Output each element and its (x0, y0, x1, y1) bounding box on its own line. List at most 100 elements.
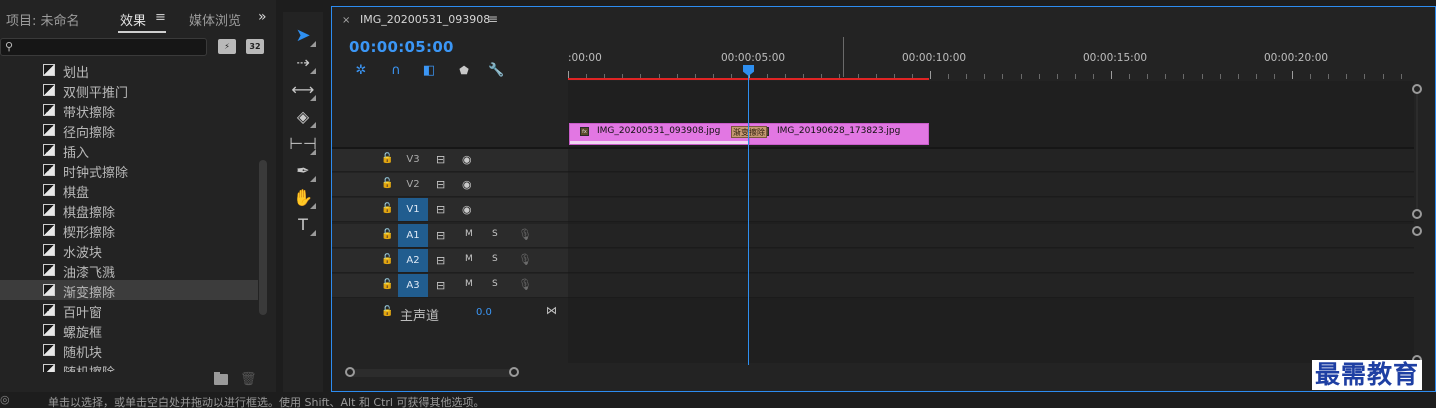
clip[interactable]: fx IMG_20200531_093908.jpg (569, 123, 749, 145)
accelerated-effects-filter-icon[interactable]: ⚡ (218, 39, 236, 54)
track-target-toggle[interactable]: A3 (398, 274, 428, 297)
transition-marker[interactable]: 渐变擦除 (731, 126, 767, 138)
scroll-knob[interactable] (1412, 209, 1422, 219)
eye-icon[interactable]: ◉ (462, 153, 472, 166)
sync-lock-icon[interactable]: ⊟ (436, 229, 445, 242)
effect-item[interactable]: 棋盘擦除 (0, 200, 258, 221)
add-marker-icon[interactable]: ⬟ (456, 63, 472, 79)
selection-tool-icon[interactable]: ➤ (289, 24, 317, 48)
razor-tool-icon[interactable]: ◈ (289, 105, 317, 129)
lock-icon[interactable]: 🔓 (381, 203, 393, 214)
effect-label: 螺旋框 (63, 326, 103, 341)
solo-button[interactable]: S (492, 279, 498, 289)
effect-item[interactable]: 径向擦除 (0, 120, 258, 141)
clip[interactable]: fx IMG_20190628_173823.jpg (749, 123, 929, 145)
effect-item[interactable]: 双侧平推门 (0, 80, 258, 101)
type-tool-icon[interactable]: T (289, 213, 317, 237)
zoom-handle-left[interactable] (345, 367, 355, 377)
track-lane-a1[interactable] (568, 224, 1414, 248)
tab-media-browser[interactable]: 媒体浏览器 (189, 10, 241, 29)
track-lane-v3[interactable] (568, 148, 1414, 172)
mic-icon[interactable]: 🎙 (518, 228, 532, 241)
sequence-tab[interactable]: IMG_20200531_093908 (360, 13, 490, 26)
effect-item[interactable]: 时钟式擦除 (0, 160, 258, 181)
effects-search-input[interactable] (19, 39, 204, 55)
effect-item[interactable]: 油漆飞溅 (0, 260, 258, 281)
eye-icon[interactable]: ◉ (462, 178, 472, 191)
track-lane-a3[interactable] (568, 274, 1414, 298)
solo-button[interactable]: S (492, 229, 498, 239)
scroll-knob[interactable] (1412, 84, 1422, 94)
playhead-timecode[interactable]: 00:00:05:00 (349, 38, 454, 56)
horizontal-zoom-scrollbar[interactable] (346, 369, 516, 377)
ruler-tick (1292, 71, 1293, 79)
sync-lock-icon[interactable]: ⊟ (436, 254, 445, 267)
effect-item[interactable]: 随机块 (0, 340, 258, 361)
sync-lock-icon[interactable]: ⊟ (436, 153, 445, 166)
solo-button[interactable]: S (492, 254, 498, 264)
effects-list-scrollbar[interactable] (259, 160, 267, 315)
lock-icon[interactable]: 🔓 (381, 279, 393, 290)
scroll-knob[interactable] (1412, 226, 1422, 236)
effect-item[interactable]: 带状擦除 (0, 100, 258, 121)
active-tab-indicator (118, 31, 166, 33)
pen-tool-icon[interactable]: ✒ (289, 159, 317, 183)
tab-project[interactable]: 项目: 未命名 (6, 10, 80, 29)
effect-item[interactable]: 随机擦除 (0, 360, 258, 372)
lock-icon[interactable]: 🔓 (381, 178, 393, 189)
effect-item[interactable]: 插入 (0, 140, 258, 161)
sync-lock-icon[interactable]: ⊟ (436, 203, 445, 216)
video-vertical-scrollbar[interactable] (1416, 91, 1418, 211)
new-bin-icon[interactable] (214, 372, 228, 385)
track-select-tool-icon[interactable]: ⇢ (289, 51, 317, 75)
effect-item[interactable]: 棋盘 (0, 180, 258, 201)
ripple-edit-tool-icon[interactable]: ⟷ (289, 78, 317, 102)
hand-tool-icon[interactable]: ✋ (289, 186, 317, 210)
effects-search-box[interactable]: ⚲ (0, 38, 207, 56)
transition-effect-icon (43, 144, 55, 156)
effect-item[interactable]: 水波块 (0, 240, 258, 261)
mic-icon[interactable]: 🎙 (518, 278, 532, 291)
lock-icon[interactable]: 🔓 (381, 229, 393, 240)
effect-item[interactable]: 划出 (0, 60, 258, 81)
sync-lock-icon[interactable]: ⊟ (436, 279, 445, 292)
snap-icon[interactable]: ∩ (388, 63, 404, 79)
trash-icon[interactable]: 🗑 (240, 372, 257, 387)
lock-icon[interactable]: 🔓 (381, 153, 393, 164)
zoom-handle-right[interactable] (509, 367, 519, 377)
wrench-icon[interactable]: 🔧 (488, 63, 504, 79)
track-target-toggle[interactable]: A2 (398, 249, 428, 272)
master-volume-value[interactable]: 0.0 (476, 307, 492, 318)
lock-icon[interactable]: 🔓 (381, 254, 393, 265)
mute-button[interactable]: M (465, 279, 473, 289)
mute-button[interactable]: M (465, 229, 473, 239)
tab-effects[interactable]: 效果 (120, 10, 146, 29)
effect-item[interactable]: 渐变擦除 (0, 280, 258, 301)
panel-menu-icon[interactable]: ≡ (155, 10, 166, 25)
more-panels-icon[interactable]: » (258, 9, 267, 25)
track-target-toggle[interactable]: V2 (398, 173, 428, 196)
effect-item[interactable]: 螺旋框 (0, 320, 258, 341)
mic-icon[interactable]: 🎙 (518, 253, 532, 266)
linked-selection-icon[interactable]: ◧ (421, 63, 437, 79)
track-lane-v2[interactable] (568, 173, 1414, 197)
track-lane-v1[interactable] (568, 198, 1414, 222)
mute-button[interactable]: M (465, 254, 473, 264)
sequence-menu-icon[interactable]: ≡ (488, 12, 498, 26)
track-target-toggle[interactable]: V1 (398, 198, 428, 221)
effect-item[interactable]: 楔形擦除 (0, 220, 258, 241)
sync-lock-icon[interactable]: ⊟ (436, 178, 445, 191)
track-target-toggle[interactable]: A1 (398, 224, 428, 247)
track-target-toggle[interactable]: V3 (398, 148, 428, 171)
time-ruler[interactable]: :00:00 00:00:05:00 00:00:10:00 00:00:15:00 0… (568, 37, 1414, 81)
close-icon[interactable]: × (342, 15, 350, 26)
effect-item[interactable]: 百叶窗 (0, 300, 258, 321)
lock-icon[interactable]: 🔓 (381, 306, 393, 317)
32bit-effects-filter-icon[interactable]: 32 (246, 39, 264, 54)
nest-icon[interactable]: ✲ (353, 63, 369, 79)
eye-icon[interactable]: ◉ (462, 203, 472, 216)
go-to-end-icon[interactable]: ⋈ (546, 304, 557, 317)
video-audio-divider[interactable] (332, 147, 1414, 149)
slip-tool-icon[interactable]: ⊢⊣ (289, 132, 317, 156)
track-lane-a2[interactable] (568, 249, 1414, 273)
